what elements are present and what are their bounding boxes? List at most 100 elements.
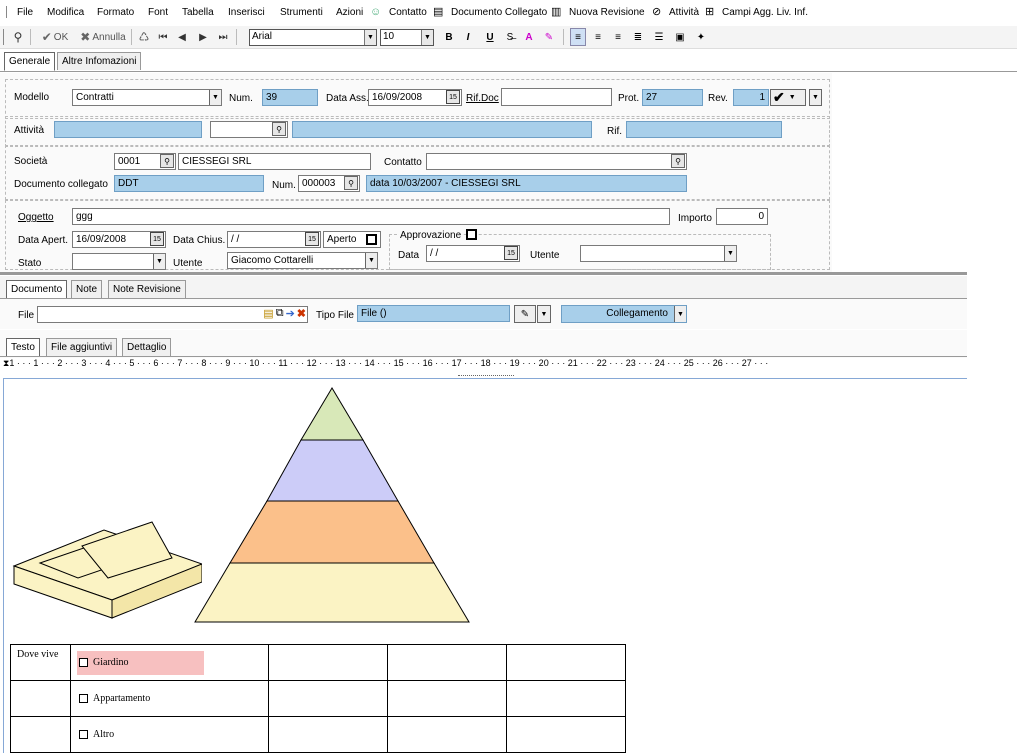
- rev-field: 1: [733, 89, 769, 106]
- data-apert-field[interactable]: 16/09/2008 15: [72, 231, 166, 248]
- tab-note-revisione[interactable]: Note Revisione: [108, 280, 186, 298]
- societa-code-field[interactable]: 0001 ⚲: [114, 153, 176, 170]
- tab-testo[interactable]: Testo: [6, 338, 40, 357]
- refresh-icon[interactable]: ♺: [136, 28, 152, 46]
- splitter[interactable]: [0, 272, 967, 275]
- bullet-list-icon[interactable]: ☰: [652, 28, 666, 46]
- modello-select[interactable]: Contratti ▼: [72, 89, 222, 106]
- tab-dettaglio[interactable]: Dettaglio: [122, 338, 172, 356]
- lookup-icon[interactable]: ⚲: [160, 154, 174, 168]
- annulla-button[interactable]: ✖ Annulla: [78, 28, 128, 46]
- first-record-icon[interactable]: ⏮: [156, 28, 170, 46]
- utente2-select[interactable]: ▼: [580, 245, 737, 262]
- aperto-checkbox[interactable]: [366, 234, 377, 245]
- linked-document-icon: ▤: [433, 6, 444, 18]
- menu-campi-agg[interactable]: Campi Agg. Liv. Inf.: [722, 7, 808, 18]
- menu-attivita[interactable]: Attività: [669, 7, 699, 18]
- data-chius-field[interactable]: / / 15: [227, 231, 321, 248]
- utente-select[interactable]: Giacomo Cottarelli ▼: [227, 252, 378, 269]
- menu-modifica[interactable]: Modifica: [47, 7, 84, 18]
- data-field[interactable]: / / 15: [426, 245, 520, 262]
- strikethrough-icon[interactable]: S̶: [503, 28, 517, 46]
- rev-dropdown-button[interactable]: ▼: [809, 89, 822, 106]
- menu-azioni[interactable]: Azioni: [336, 7, 363, 18]
- paper-tray-graphic[interactable]: [12, 508, 202, 620]
- tab-altre-informazioni[interactable]: Altre Infomazioni: [57, 52, 142, 70]
- align-right-icon[interactable]: ≡: [611, 28, 625, 46]
- insert-object-icon[interactable]: ✦: [694, 28, 708, 46]
- menu-contatto[interactable]: Contatto: [389, 7, 427, 18]
- options-table: Dove vive Giardino Appartamento Altro: [10, 644, 626, 753]
- highlight-icon[interactable]: ✎: [542, 28, 556, 46]
- menu-documento-collegato[interactable]: Documento Collegato: [451, 7, 547, 18]
- menu-file[interactable]: File: [17, 7, 33, 18]
- giardino-option[interactable]: Giardino: [77, 650, 204, 675]
- doc-num-field[interactable]: 000003 ⚲: [298, 175, 360, 192]
- calendar-icon[interactable]: 15: [504, 246, 518, 260]
- data-label: Data: [398, 250, 420, 261]
- attivita-code-field[interactable]: ⚲: [210, 121, 288, 138]
- lookup-icon[interactable]: ⚲: [671, 154, 685, 168]
- rev-confirm-button[interactable]: ✔ ▼: [770, 89, 806, 106]
- previous-record-icon[interactable]: ◀: [175, 28, 189, 46]
- rif-doc-field[interactable]: [501, 88, 612, 106]
- aperto-checkbox-group[interactable]: Aperto: [323, 231, 381, 248]
- stato-select[interactable]: ▼: [72, 253, 166, 270]
- chevron-down-icon: ▼: [674, 306, 686, 322]
- next-record-icon[interactable]: ▶: [196, 28, 210, 46]
- data-apert-label: Data Apert.: [18, 235, 69, 246]
- pyramid-graphic[interactable]: [193, 386, 471, 624]
- open-folder-icon[interactable]: ▤: [263, 307, 273, 320]
- importo-field[interactable]: 0: [716, 208, 768, 225]
- calendar-icon[interactable]: 15: [305, 232, 319, 246]
- underline-button[interactable]: U: [484, 28, 496, 46]
- bold-button[interactable]: B: [443, 28, 455, 46]
- tab-file-aggiuntivi[interactable]: File aggiuntivi: [46, 338, 118, 356]
- delete-icon[interactable]: ✖: [297, 307, 306, 320]
- copy-icon[interactable]: ⧉: [276, 307, 284, 320]
- send-icon[interactable]: ➔: [286, 307, 295, 320]
- calendar-icon[interactable]: 15: [150, 232, 164, 246]
- last-record-icon[interactable]: ⏭: [216, 28, 230, 46]
- ok-button[interactable]: ✔ OK: [36, 28, 74, 46]
- menu-inserisci[interactable]: Inserisci: [228, 7, 265, 18]
- insert-image-icon[interactable]: ▣: [673, 28, 687, 46]
- menu-font[interactable]: Font: [148, 7, 168, 18]
- search-icon[interactable]: ⚲: [10, 28, 26, 46]
- collegamento-select[interactable]: Collegamento ▼: [561, 305, 687, 323]
- approvazione-checkbox[interactable]: [466, 229, 477, 240]
- table-row: Appartamento: [10, 680, 626, 717]
- menu-nuova-revisione[interactable]: Nuova Revisione: [569, 7, 645, 18]
- importo-label: Importo: [678, 213, 712, 224]
- tab-note[interactable]: Note: [71, 280, 103, 298]
- italic-button[interactable]: I: [462, 28, 474, 46]
- pyramid-layer-1: [300, 387, 364, 441]
- justify-icon[interactable]: ≣: [631, 28, 645, 46]
- lookup-icon[interactable]: ⚲: [272, 122, 286, 136]
- lookup-icon[interactable]: ⚲: [344, 176, 358, 190]
- font-color-icon[interactable]: A: [522, 28, 536, 46]
- tipo-file-label: Tipo File: [316, 310, 354, 321]
- altro-checkbox[interactable]: [79, 730, 88, 739]
- font-family-select[interactable]: Arial ▼: [249, 29, 377, 46]
- align-center-icon[interactable]: ≡: [591, 28, 605, 46]
- tipo-file-dropdown[interactable]: ▼: [537, 305, 551, 323]
- altro-option[interactable]: Altro: [77, 729, 262, 740]
- giardino-checkbox[interactable]: [79, 658, 88, 667]
- menu-strumenti[interactable]: Strumenti: [280, 7, 323, 18]
- tab-documento[interactable]: Documento: [6, 280, 68, 299]
- contatto-field[interactable]: ⚲: [426, 153, 687, 170]
- cancel-x-icon: ✖: [80, 30, 91, 44]
- menu-tabella[interactable]: Tabella: [182, 7, 214, 18]
- data-ass-field[interactable]: 16/09/2008 15: [368, 89, 462, 106]
- file-field[interactable]: ▤ ⧉ ➔ ✖: [37, 306, 308, 323]
- calendar-icon[interactable]: 15: [446, 90, 460, 104]
- font-size-select[interactable]: 10 ▼: [380, 29, 434, 46]
- appartamento-checkbox[interactable]: [79, 694, 88, 703]
- edit-icon[interactable]: ✎: [514, 305, 536, 323]
- oggetto-field[interactable]: ggg: [72, 208, 670, 225]
- align-left-icon[interactable]: ≡: [570, 28, 586, 46]
- tab-generale[interactable]: Generale: [4, 52, 56, 71]
- appartamento-option[interactable]: Appartamento: [77, 693, 262, 704]
- menu-formato[interactable]: Formato: [97, 7, 134, 18]
